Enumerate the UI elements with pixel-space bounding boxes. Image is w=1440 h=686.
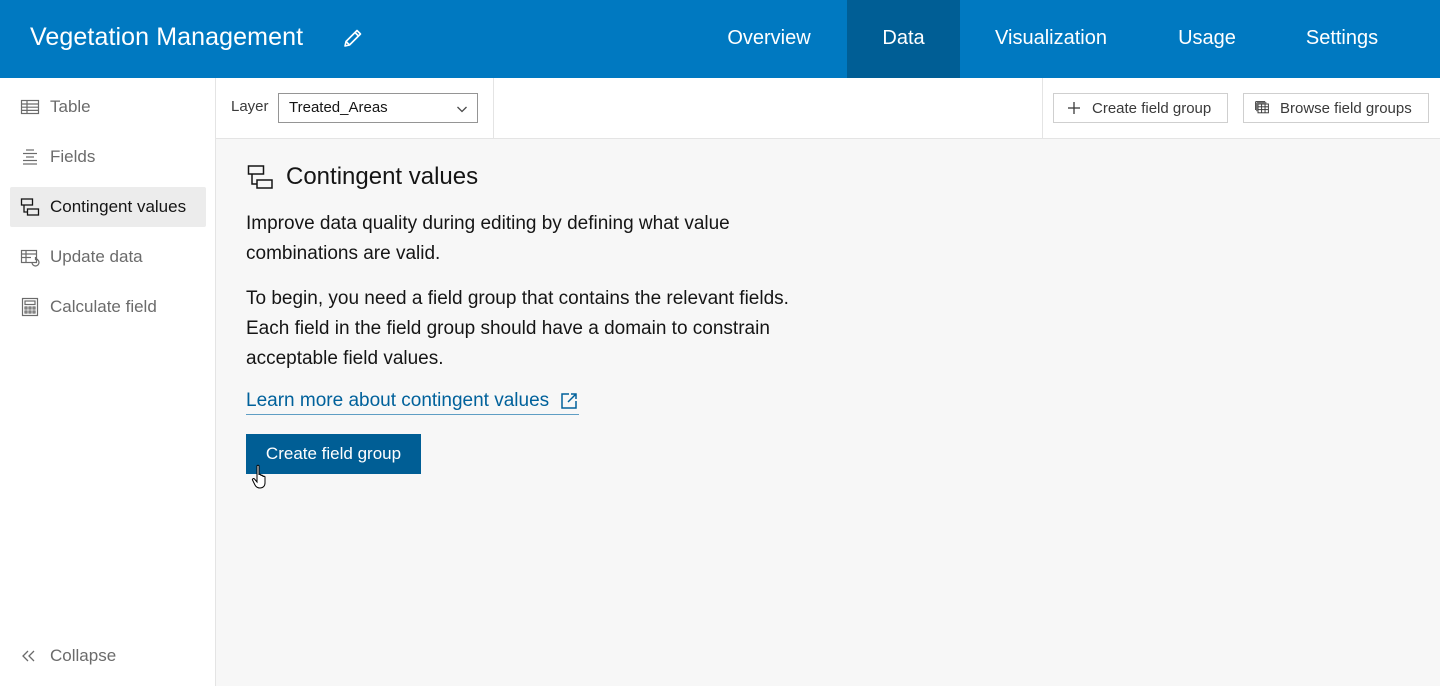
plus-icon [1068,102,1080,114]
sidebar-item-label: Table [50,97,91,116]
sidebar-item-label: Update data [50,247,143,266]
sidebar-item-contingent-values[interactable]: Contingent values [10,187,206,227]
calculator-icon [21,297,39,317]
fields-icon [23,149,37,165]
app-title: Vegetation Management [30,23,304,51]
pencil-icon[interactable] [341,26,365,50]
layer-select-value: Treated_Areas [289,99,388,116]
collapse-label: Collapse [50,646,117,665]
sidebar: Table Fields Contingent values Update da… [0,78,216,686]
chevrons-left-icon [22,650,35,662]
learn-more-label: Learn more about contingent values [246,390,550,411]
create-field-group-toolbar-button[interactable]: Create field group [1053,93,1228,123]
toolbar-divider [493,78,494,139]
external-link-icon [561,393,577,409]
table-icon [20,99,40,115]
browse-field-groups-label: Browse field groups [1280,99,1412,117]
field-groups-icon [1255,101,1269,114]
update-data-icon [20,249,40,267]
browse-field-groups-button[interactable]: Browse field groups [1243,93,1429,123]
hand-pointer-icon [251,464,266,489]
contingent-values-icon [20,198,40,216]
main-content: Contingent values Improve data quality d… [216,139,1440,686]
toolbar: Layer Treated_Areas Create field group B… [216,78,1440,139]
chevron-down-icon [457,106,467,113]
top-bar: Vegetation Management Overview Data Visu… [0,0,1440,78]
instructions-paragraph: To begin, you need a field group that co… [246,288,789,369]
collapse-button[interactable]: Collapse [20,646,116,666]
sidebar-item-label: Fields [50,147,96,166]
sidebar-item-label: Calculate field [50,297,157,316]
tab-visualization[interactable]: Visualization [978,0,1124,78]
toolbar-divider [1042,78,1043,139]
sidebar-item-label: Contingent values [50,197,187,216]
page-heading: Contingent values [246,163,478,191]
tab-settings[interactable]: Settings [1288,0,1396,78]
sidebar-item-calculate-field[interactable]: Calculate field [10,287,206,327]
layer-select[interactable]: Treated_Areas [278,93,478,123]
sidebar-item-fields[interactable]: Fields [10,137,206,177]
sidebar-item-update-data[interactable]: Update data [10,237,206,277]
tab-usage[interactable]: Usage [1160,0,1254,78]
sidebar-item-table[interactable]: Table [10,87,206,127]
page-title: Contingent values [286,163,479,190]
learn-more-link[interactable]: Learn more about contingent values [246,390,580,415]
create-field-group-toolbar-label: Create field group [1092,99,1212,117]
tab-overview[interactable]: Overview [708,0,830,78]
layer-label: Layer [231,98,269,115]
description-paragraph: Improve data quality during editing by d… [246,213,730,264]
create-field-group-button[interactable]: Create field group [246,434,421,474]
contingent-values-icon [247,165,273,189]
tab-data[interactable]: Data [847,0,960,78]
